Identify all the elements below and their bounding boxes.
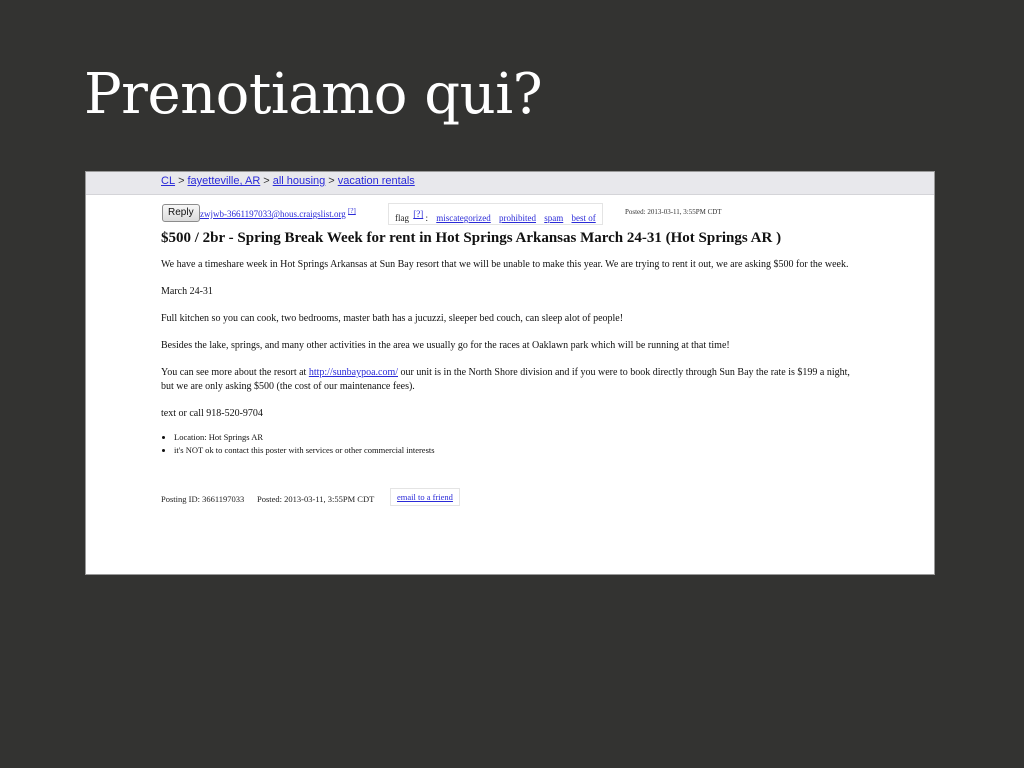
flag-miscategorized[interactable]: miscategorized: [436, 213, 490, 223]
posted-date-footer: Posted: 2013-03-11, 3:55PM CDT: [257, 494, 375, 504]
list-item: it's NOT ok to contact this poster with …: [174, 444, 861, 457]
post-paragraph: We have a timeshare week in Hot Springs …: [161, 259, 849, 270]
posting-id: Posting ID: 3661197033: [161, 494, 245, 504]
flag-colon: :: [425, 213, 429, 223]
flag-spam[interactable]: spam: [544, 213, 563, 223]
list-item: Location: Hot Springs AR: [174, 431, 861, 444]
post-paragraph-resort: You can see more about the resort at htt…: [161, 366, 861, 394]
breadcrumb-vacation-rentals[interactable]: vacation rentals: [338, 175, 415, 187]
breadcrumb-separator: >: [328, 175, 335, 187]
flag-help-link[interactable]: [?]: [413, 209, 423, 219]
post-attributes-list: Location: Hot Springs AR it's NOT ok to …: [161, 431, 861, 457]
flag-label: flag: [395, 213, 409, 223]
breadcrumb-separator: >: [263, 175, 270, 187]
breadcrumb-cl[interactable]: CL: [161, 175, 175, 187]
flag-box: flag [?] : miscategorized prohibited spa…: [388, 203, 603, 225]
reply-row: Reply zwjwb-3661197033@hous.craigslist.o…: [162, 203, 842, 228]
flag-best-of[interactable]: best of: [572, 213, 596, 223]
reply-email-group: zwjwb-3661197033@hous.craigslist.org [?]: [200, 207, 356, 219]
posted-date-top: Posted: 2013-03-11, 3:55PM CDT: [625, 208, 722, 216]
resort-link[interactable]: http://sunbaypoa.com/: [309, 367, 398, 378]
email-to-friend-link[interactable]: email to a friend: [397, 492, 453, 502]
craigslist-screenshot: CL > fayetteville, AR > all housing > vacation…: [85, 171, 935, 575]
slide-title: Prenotiamo qui?: [84, 62, 543, 127]
reply-help-link[interactable]: [?]: [348, 207, 356, 215]
flag-prohibited[interactable]: prohibited: [499, 213, 536, 223]
email-friend-box: email to a friend: [390, 488, 460, 506]
reply-email-link[interactable]: zwjwb-3661197033@hous.craigslist.org: [200, 209, 346, 219]
resort-text-before: You can see more about the resort at: [161, 367, 309, 378]
post-footer: Posting ID: 3661197033 Posted: 2013-03-1…: [161, 488, 561, 510]
breadcrumb-all-housing[interactable]: all housing: [273, 175, 326, 187]
post-title: $500 / 2br - Spring Break Week for rent …: [161, 230, 782, 246]
post-paragraph: Full kitchen so you can cook, two bedroo…: [161, 313, 624, 324]
breadcrumb: CL > fayetteville, AR > all housing > vacation…: [161, 175, 415, 187]
post-paragraph: March 24-31: [161, 286, 213, 297]
post-paragraph: Besides the lake, springs, and many othe…: [161, 340, 730, 351]
post-body: We have a timeshare week in Hot Springs …: [161, 258, 861, 469]
post-paragraph-phone: text or call 918-520-9704: [161, 408, 263, 419]
breadcrumb-separator: >: [178, 175, 185, 187]
reply-button[interactable]: Reply: [162, 204, 200, 222]
breadcrumb-bar: CL > fayetteville, AR > all housing > vacation…: [86, 172, 934, 195]
breadcrumb-fayetteville[interactable]: fayetteville, AR: [188, 175, 261, 187]
